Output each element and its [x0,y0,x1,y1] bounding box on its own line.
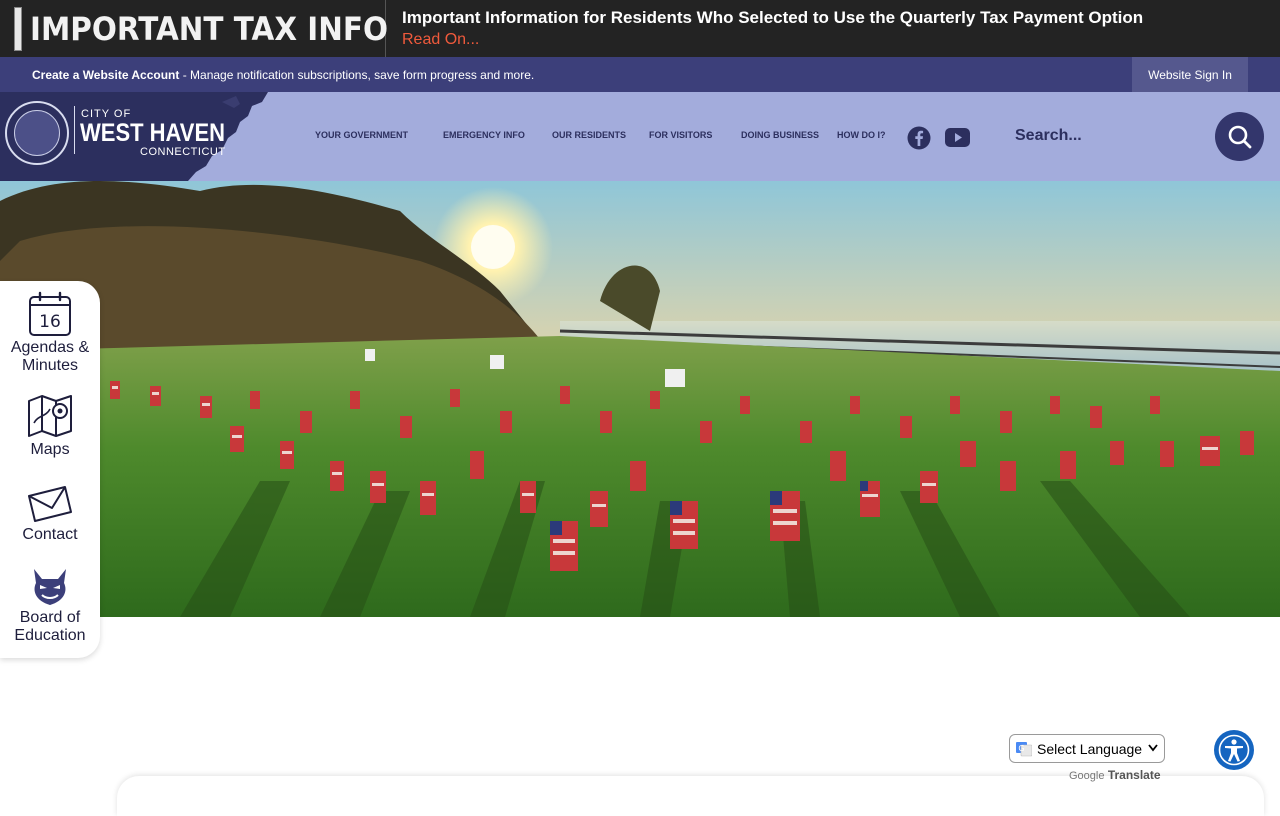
facebook-icon[interactable] [907,126,931,150]
calendar-icon: 16 [29,291,71,336]
language-select-value: Select Language [1037,740,1143,757]
site-logo[interactable]: CITY OF WEST HAVEN CONNECTICUT [0,92,270,181]
calendar-icon-date: 16 [39,312,61,332]
quick-link-label: Education [14,627,86,644]
nav-our-residents[interactable]: OUR RESIDENTS [552,130,626,140]
language-select[interactable]: G Select Language [1009,734,1165,763]
logo-state: CONNECTICUT [140,146,226,158]
nav-for-visitors[interactable]: FOR VISITORS [649,130,712,140]
translate-link[interactable]: Translate [1108,768,1161,782]
site-header: CITY OF WEST HAVEN CONNECTICUT YOUR GOVE… [0,92,1280,181]
city-seal-icon [5,101,69,165]
content-card [117,776,1264,816]
quick-link-label: Agendas & [10,339,90,356]
quick-link-agendas-minutes[interactable]: 16 Agendas & Minutes [0,291,100,375]
quick-link-label: Minutes [21,357,79,374]
alert-title-area[interactable]: IMPORTANT TAX INFO [0,0,389,57]
website-sign-in-button[interactable]: Website Sign In [1132,57,1248,92]
quick-link-label: Maps [30,441,70,458]
quick-link-maps[interactable]: Maps [0,393,100,459]
create-account-link[interactable]: Create a Website Account [32,68,179,82]
powered-by-google: Google Translate [1069,768,1161,782]
quick-link-contact[interactable]: Contact [0,484,100,544]
map-icon [28,395,72,437]
quick-link-label: Contact [22,526,78,543]
quick-link-label: Board of [19,609,81,626]
hero-banner-image [0,181,1280,617]
search-input[interactable]: Search... [1015,127,1082,145]
nav-your-government[interactable]: YOUR GOVERNMENT [315,130,408,140]
chevron-down-icon [1148,744,1158,752]
devil-mascot-icon [34,569,66,605]
search-icon [1228,125,1251,148]
account-bar: Create a Website Account - Manage notifi… [0,57,1280,92]
google-translate-icon: G [1016,741,1032,756]
logo-city-name: WEST HAVEN [80,119,226,147]
logo-divider [74,106,75,154]
quick-links-panel: 16 Agendas & Minutes Maps Contact Board … [0,281,100,658]
google-word: Google [1069,770,1105,782]
nav-doing-business[interactable]: DOING BUSINESS [741,130,819,140]
alert-headline: Important Information for Residents Who … [402,8,1144,27]
alert-read-on-link[interactable]: Read On... [402,31,1143,49]
youtube-icon[interactable] [945,128,970,147]
envelope-icon [28,486,72,522]
account-description: - Manage notification subscriptions, sav… [179,67,535,82]
alert-message: Important Information for Residents Who … [386,0,1143,57]
accessibility-icon [1218,734,1250,766]
alert-bar: IMPORTANT TAX INFO Important Information… [0,0,1280,57]
svg-text:G: G [1018,744,1024,753]
nav-how-do-i[interactable]: HOW DO I? [837,130,886,140]
account-message: Create a Website Account - Manage notifi… [0,68,534,82]
accessibility-button[interactable] [1214,730,1254,770]
quick-link-board-of-education[interactable]: Board of Education [0,567,100,645]
alert-title: IMPORTANT TAX INFO [30,9,389,48]
search-button[interactable] [1215,112,1264,161]
nav-emergency-info[interactable]: EMERGENCY INFO [443,130,525,140]
